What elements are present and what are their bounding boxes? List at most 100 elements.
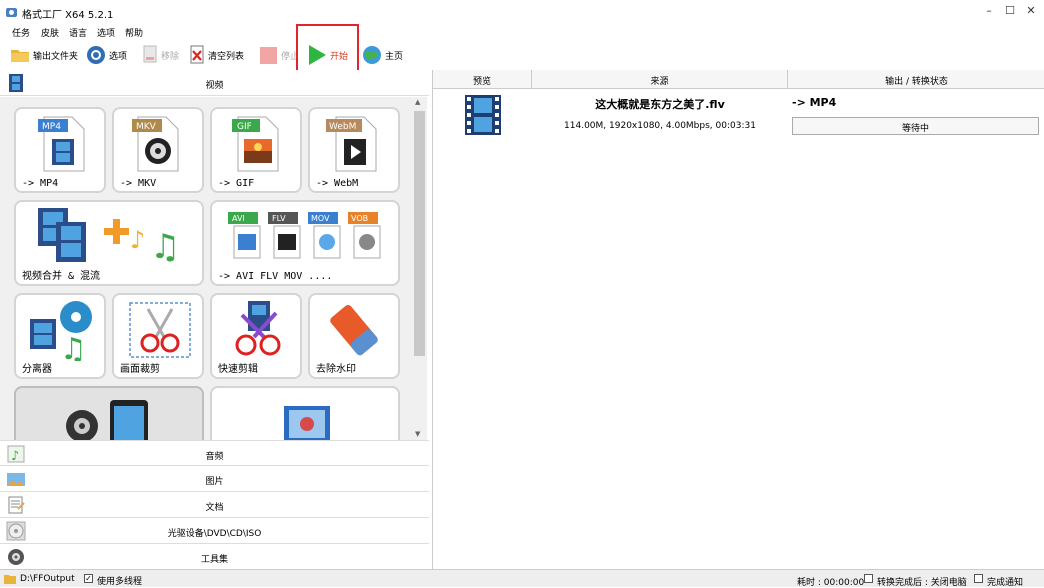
svg-text:GIF: GIF [237, 122, 252, 132]
svg-text:MOV: MOV [311, 214, 330, 223]
folder-small-icon [4, 575, 16, 584]
category-toolbox-label: 工具集 [200, 555, 228, 565]
options-label: 选项 [109, 51, 128, 62]
webm-file-icon: WebM [326, 116, 377, 172]
quick-clip-icon [235, 301, 281, 356]
svg-text:♫: ♫ [150, 227, 180, 267]
notify-label: 完成通知 [987, 578, 1024, 588]
scroll-up-icon[interactable]: ▲ [415, 98, 420, 106]
category-optical-drive[interactable]: 光驱设备\DVD\CD\ISO [0, 518, 429, 544]
remove-button[interactable]: 移除 [142, 44, 179, 66]
tile-label: 快速剪辑 [218, 364, 258, 375]
category-document[interactable]: 文档 [0, 492, 429, 518]
tile-label: -> MKV [120, 178, 157, 189]
category-document-label: 文档 [205, 503, 224, 513]
output-folder-button[interactable]: 输出文件夹 [10, 44, 78, 66]
tile-label: 去除水印 [316, 364, 356, 375]
menu-skin[interactable]: 皮肤 [41, 26, 59, 39]
remove-label: 移除 [161, 51, 180, 62]
task-list-panel: 预览 来源 输出 / 转换状态 这大概就是东方之美了.flv 114.00M, … [432, 70, 1044, 569]
tile-label: 视频合并 & 混流 [22, 271, 101, 282]
elapsed-time: 耗时 : 00:00:00 [797, 578, 865, 588]
svg-text:VOB: VOB [351, 214, 368, 223]
category-optical-drive-label: 光驱设备\DVD\CD\ISO [167, 529, 262, 539]
tile-remove-watermark[interactable]: 去除水印 [308, 293, 400, 379]
svg-text:WebM: WebM [329, 122, 356, 132]
tile-splitter[interactable]: ♫ 分离器 [14, 293, 106, 379]
tile-to-mp4[interactable]: MP4 -> MP4 [14, 107, 106, 193]
tile-label: 画面裁剪 [120, 364, 160, 375]
video-frame-icon [284, 406, 330, 440]
tile-to-avi-flv-mov[interactable]: AVI FLV MOV VOB -> AVI FLV MOV .... [210, 200, 400, 286]
after-convert-label: 转换完成后 : 关闭电脑 [877, 578, 967, 588]
scroll-down-icon[interactable]: ▼ [415, 430, 420, 438]
crop-scissors-icon [129, 302, 191, 358]
column-header-output[interactable]: 输出 / 转换状态 [788, 70, 1044, 89]
scroll-thumb[interactable] [414, 111, 425, 356]
svg-text:MP4: MP4 [42, 122, 61, 132]
tile-to-gif[interactable]: GIF -> GIF [210, 107, 302, 193]
tile-mobile-device[interactable] [14, 386, 204, 440]
category-video-label: 视频 [205, 81, 224, 91]
svg-text:♪: ♪ [130, 226, 145, 254]
function-panel: 视频 MP4 -> MP4 MKV -> MKV GIF -> GIF WebM… [0, 70, 429, 570]
stop-icon [260, 46, 277, 64]
clear-list-button[interactable]: 清空列表 [189, 44, 244, 66]
tile-to-mkv[interactable]: MKV -> MKV [112, 107, 204, 193]
category-audio[interactable]: ♪ 音频 [0, 440, 429, 466]
tile-crop[interactable]: 画面裁剪 [112, 293, 204, 379]
menu-options[interactable]: 选项 [97, 26, 115, 39]
tile-to-webm[interactable]: WebM -> WebM [308, 107, 400, 193]
title-bar: 格式工厂 X64 5.2.1 – ☐ ✕ [0, 0, 1044, 24]
globe-icon [363, 46, 381, 64]
category-image-label: 图片 [205, 477, 224, 487]
tile-video-to-image[interactable] [210, 386, 400, 440]
column-header-preview[interactable]: 预览 [433, 70, 532, 89]
category-audio-label: 音频 [205, 452, 224, 462]
close-button[interactable]: ✕ [1021, 4, 1041, 17]
category-toolbox[interactable]: 工具集 [0, 544, 429, 570]
clear-list-icon [190, 45, 204, 64]
tile-label: -> WebM [316, 178, 359, 189]
svg-text:FLV: FLV [272, 214, 286, 223]
column-header-source[interactable]: 来源 [532, 70, 788, 89]
category-video[interactable]: 视频 [0, 70, 429, 96]
video-file-thumb-icon [465, 95, 501, 135]
stop-button[interactable]: 停止 [259, 44, 299, 66]
output-path[interactable]: D:\FFOutput [20, 574, 75, 584]
menu-help[interactable]: 帮助 [125, 26, 143, 39]
tile-video-merge-mux[interactable]: ♪ ♫ 视频合并 & 混流 [14, 200, 204, 286]
status-bar: D:\FFOutput ✓ 使用多线程 耗时 : 00:00:00 转换完成后 … [0, 569, 1044, 588]
menu-language[interactable]: 语言 [69, 26, 87, 39]
table-row[interactable]: 这大概就是东方之美了.flv 114.00M, 1920x1080, 4.00M… [433, 90, 1044, 138]
menu-bar: 任务 皮肤 语言 选项 帮助 [0, 24, 1044, 40]
after-convert-checkbox[interactable] [864, 574, 873, 583]
notify-checkbox[interactable] [974, 574, 983, 583]
tile-quick-clip[interactable]: 快速剪辑 [210, 293, 302, 379]
task-file-info: 114.00M, 1920x1080, 4.00Mbps, 00:03:31 [564, 121, 756, 131]
task-filename: 这大概就是东方之美了.flv [595, 98, 725, 111]
app-logo-icon [6, 8, 17, 17]
clear-list-label: 清空列表 [208, 51, 245, 62]
window-title: 格式工厂 X64 5.2.1 [22, 10, 114, 21]
multithread-checkbox[interactable]: ✓ [84, 574, 93, 583]
tile-scrollbar[interactable]: ▲ ▼ [412, 97, 427, 440]
tile-label: 分离器 [22, 364, 52, 375]
gif-file-icon: GIF [232, 116, 279, 172]
minimize-button[interactable]: – [979, 4, 999, 17]
output-folder-label: 输出文件夹 [33, 51, 79, 62]
home-button[interactable]: 主页 [362, 44, 403, 66]
toolbar: 输出文件夹 选项 移除 清空列表 停止 开始 主页 [0, 40, 1044, 70]
multithread-label: 使用多线程 [97, 577, 143, 587]
options-button[interactable]: 选项 [86, 44, 127, 66]
options-icon [87, 46, 105, 64]
task-status-bar: 等待中 [792, 117, 1039, 135]
eraser-icon [330, 305, 378, 356]
folder-icon [11, 50, 29, 62]
maximize-button[interactable]: ☐ [1000, 4, 1020, 17]
tile-label: -> GIF [218, 178, 255, 189]
mkv-file-icon: MKV [132, 116, 179, 172]
menu-task[interactable]: 任务 [12, 26, 30, 39]
category-image[interactable]: 图片 [0, 466, 429, 492]
video-tile-grid: MP4 -> MP4 MKV -> MKV GIF -> GIF WebM ->… [0, 97, 413, 440]
